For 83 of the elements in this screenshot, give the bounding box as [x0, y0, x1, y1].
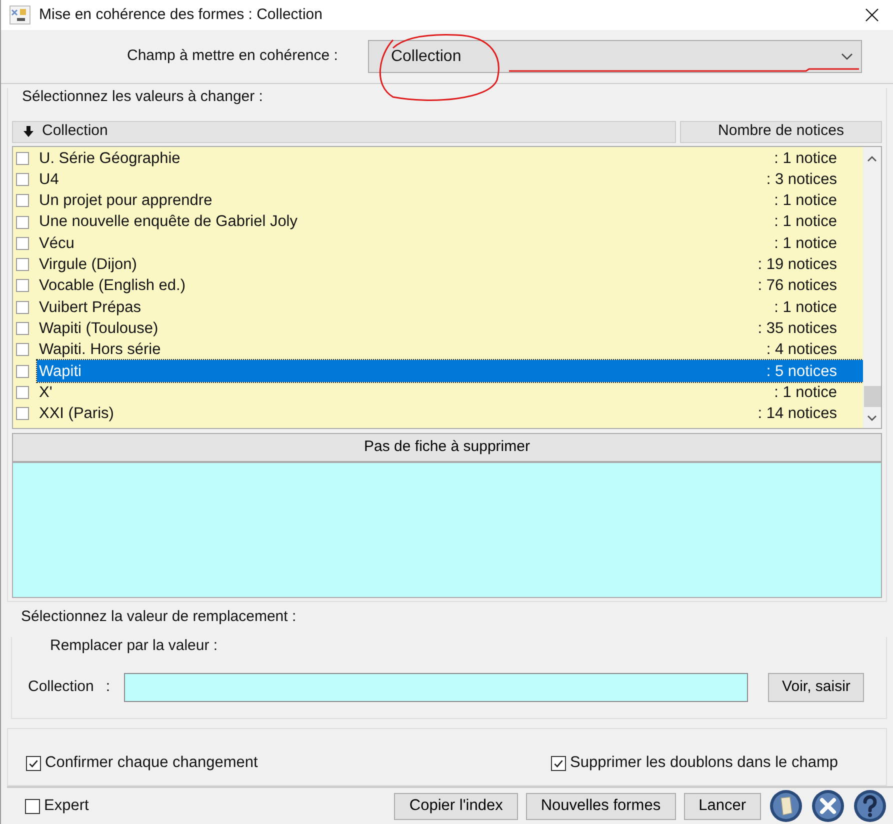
close-icon[interactable]	[865, 8, 879, 22]
list-row[interactable]: X' : 1 notice	[37, 382, 863, 404]
action-button[interactable]: Lancer	[684, 792, 761, 820]
field-label: Champ à mettre en cohérence :	[127, 46, 338, 66]
collection-name: XXI (Paris)	[39, 404, 114, 424]
option-label: Expert	[44, 796, 89, 816]
notice-count: : 4 notices	[766, 340, 837, 360]
document-icon[interactable]	[769, 789, 803, 823]
collection-name: Vocable (English ed.)	[39, 276, 186, 296]
scroll-down-icon[interactable]	[867, 414, 877, 422]
option-label: Supprimer les doublons dans le champ	[570, 753, 838, 774]
list-row[interactable]: Une nouvelle enquête de Gabriel Joly : 1 notice	[37, 211, 863, 233]
checkbox[interactable]	[25, 798, 40, 814]
list-row[interactable]: Vocable (English ed.) : 76 notices	[37, 275, 863, 297]
chevron-down-icon	[840, 52, 853, 60]
collection-name: Wapiti. Hors série	[39, 340, 161, 360]
list-row[interactable]: Wapiti : 5 notices	[37, 360, 863, 382]
action-button[interactable]: Copier l'index	[394, 792, 518, 820]
list-row[interactable]: Wapiti. Hors série : 4 notices	[37, 339, 863, 360]
checkbox[interactable]	[16, 386, 29, 399]
list-row[interactable]: XXI (Paris) : 14 notices	[37, 403, 863, 424]
collection-name: Wapiti (Toulouse)	[39, 318, 158, 339]
checkbox[interactable]	[16, 194, 29, 208]
column-header[interactable]: Collection	[12, 120, 676, 142]
checkbox[interactable]	[16, 279, 29, 292]
close-icon[interactable]	[811, 789, 845, 823]
checkbox[interactable]	[16, 236, 29, 250]
notice-count: : 35 notices	[758, 318, 837, 339]
colon-label: :	[106, 677, 110, 698]
checkbox[interactable]	[16, 407, 29, 420]
checkbox[interactable]	[16, 322, 29, 336]
checkbox[interactable]	[551, 756, 566, 770]
collection-name: U4	[39, 170, 59, 190]
list-row[interactable]: Un projet pour apprendre : 1 notice	[37, 190, 863, 212]
app-icon	[9, 5, 31, 25]
notice-count: : 1 notice	[774, 212, 837, 232]
view-button[interactable]: Voir, saisir	[768, 673, 864, 702]
check-icon	[28, 758, 39, 768]
notice-count: : 1 notice	[774, 148, 837, 169]
checkbox[interactable]	[16, 258, 29, 272]
field-label: Collection	[28, 677, 94, 698]
column-header[interactable]: Nombre de notices	[680, 120, 882, 142]
notice-count: : 19 notices	[758, 255, 837, 276]
scroll-thumb[interactable]	[864, 386, 880, 406]
notice-count: : 14 notices	[758, 404, 837, 424]
replacement-input[interactable]	[124, 673, 748, 702]
notice-count: : 3 notices	[766, 170, 837, 190]
notice-count: : 1 notice	[774, 382, 837, 403]
option-label: Confirmer chaque changement	[45, 753, 258, 774]
checkbox[interactable]	[16, 300, 29, 314]
notice-count: : 1 notice	[774, 191, 837, 212]
collection-name: Wapiti	[39, 362, 82, 382]
checkbox[interactable]	[16, 343, 29, 356]
check-icon	[553, 758, 564, 768]
sort-down-icon	[23, 126, 34, 137]
window-title: Mise en cohérence des formes : Collection	[39, 4, 322, 25]
notice-count: : 1 notice	[774, 298, 837, 318]
checkbox[interactable]	[26, 756, 41, 770]
checkbox[interactable]	[16, 172, 29, 186]
notice-count: : 5 notices	[766, 362, 837, 382]
scroll-up-icon[interactable]	[867, 154, 877, 162]
list-row[interactable]: Wapiti (Toulouse) : 35 notices	[37, 318, 863, 340]
notice-count: : 1 notice	[774, 234, 837, 254]
notice-count: : 76 notices	[758, 276, 837, 296]
collection-name: Vécu	[39, 234, 74, 254]
delete-button[interactable]: Pas de fiche à supprimer	[12, 432, 882, 462]
collection-name: Virgule (Dijon)	[39, 255, 137, 276]
list-row[interactable]: Virgule (Dijon) : 19 notices	[37, 254, 863, 276]
collection-name: Vuibert Prépas	[39, 298, 141, 318]
checkbox[interactable]	[16, 216, 29, 229]
list-row[interactable]: U4 : 3 notices	[37, 168, 863, 190]
field-dropdown[interactable]: Collection	[368, 40, 862, 73]
list-row[interactable]: Vécu : 1 notice	[37, 232, 863, 254]
list-row[interactable]: Vuibert Prépas : 1 notice	[37, 296, 863, 318]
checkbox[interactable]	[16, 364, 29, 378]
collection-name: X'	[39, 382, 52, 403]
collection-name: U. Série Géographie	[39, 148, 180, 169]
collection-name: Une nouvelle enquête de Gabriel Joly	[39, 212, 298, 232]
list-row[interactable]: U. Série Géographie : 1 notice	[37, 148, 863, 169]
action-button[interactable]: Nouvelles formes	[526, 792, 676, 820]
collection-name: Un projet pour apprendre	[39, 191, 212, 212]
checkbox[interactable]	[16, 152, 29, 165]
help-icon[interactable]	[853, 789, 887, 823]
